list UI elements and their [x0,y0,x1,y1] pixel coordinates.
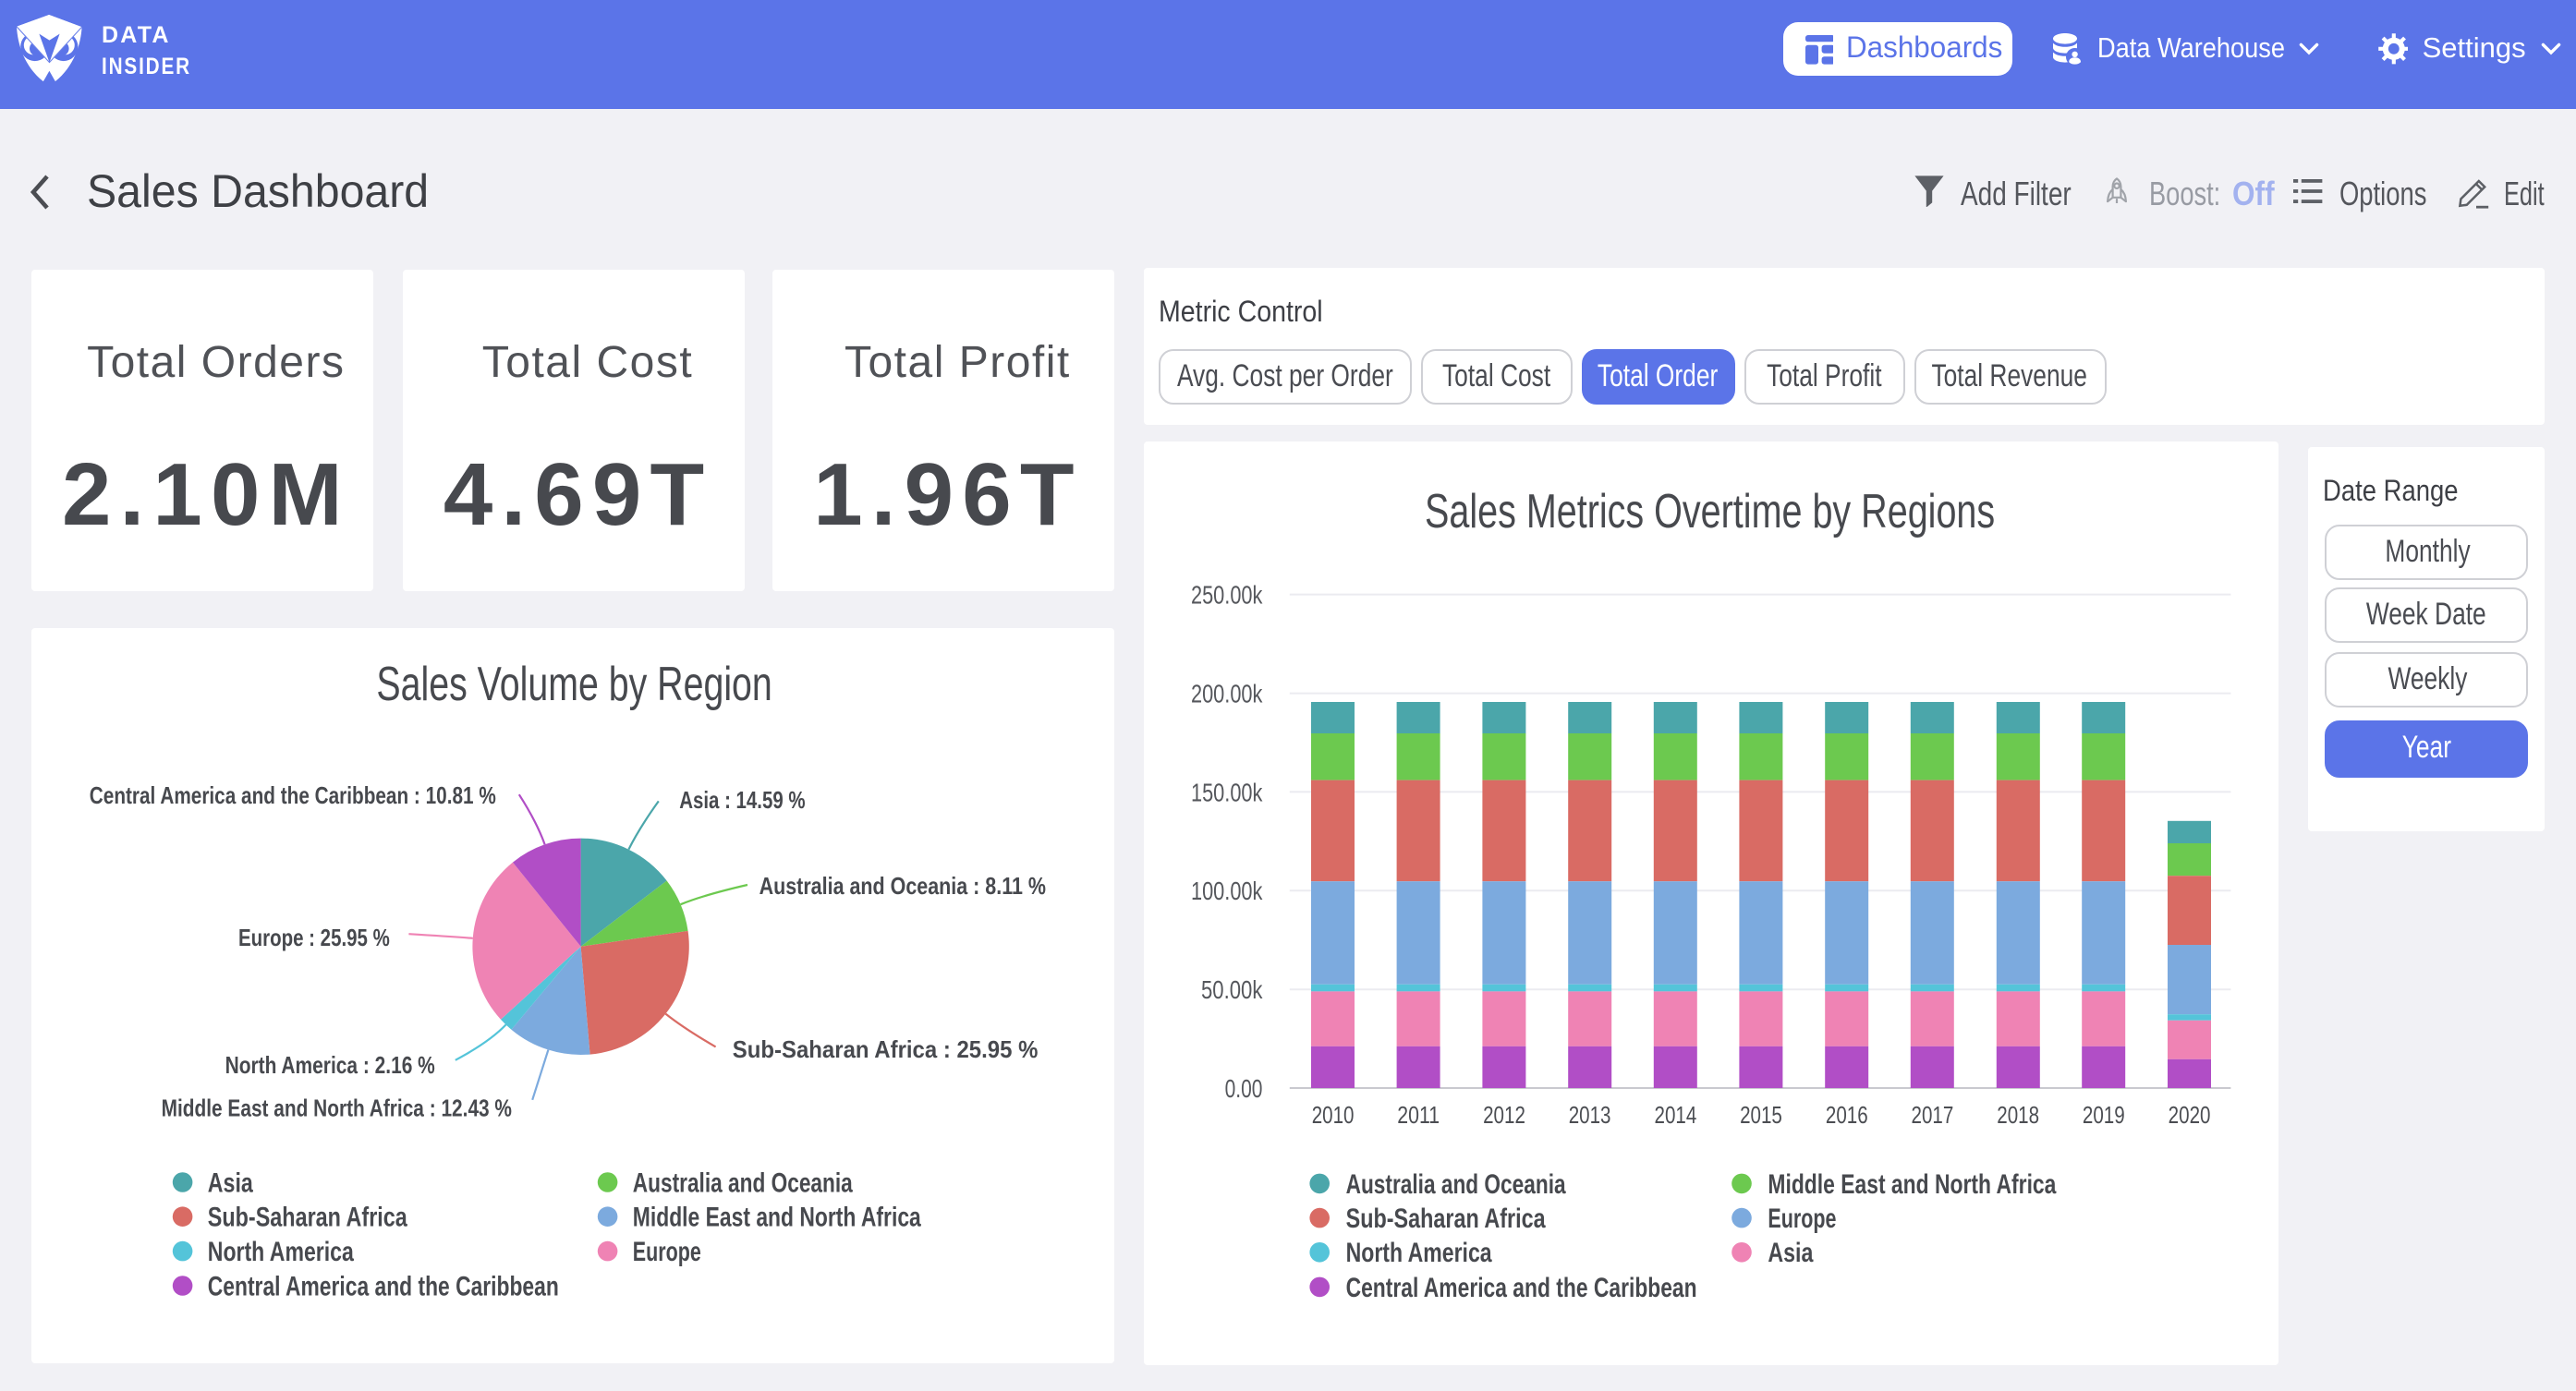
svg-text:Asia: Asia [207,1167,252,1198]
svg-text:Sub-Saharan Africa: Sub-Saharan Africa [1346,1203,1546,1233]
svg-text:2017: 2017 [1912,1100,1954,1128]
svg-text:2018: 2018 [1998,1100,2040,1128]
svg-text:Asia: Asia [1768,1237,1814,1267]
svg-text:150.00k: 150.00k [1192,778,1264,806]
svg-text:Sub-Saharan Africa: Sub-Saharan Africa [207,1203,407,1233]
svg-text:2011: 2011 [1398,1100,1440,1128]
svg-text:Central America and the Caribb: Central America and the Caribbean [207,1271,558,1301]
svg-text:Sub-Saharan Africa : 25.95 %: Sub-Saharan Africa : 25.95 % [732,1035,1038,1063]
svg-text:0.00: 0.00 [1225,1073,1263,1102]
svg-text:Australia and Oceania: Australia and Oceania [632,1167,852,1198]
svg-text:2019: 2019 [2083,1100,2125,1128]
svg-text:Europe : 25.95 %: Europe : 25.95 % [237,924,389,951]
svg-text:Sales Metrics Overtime by Regi: Sales Metrics Overtime by Regions [1426,484,1996,538]
svg-text:2012: 2012 [1484,1100,1526,1128]
svg-text:250.00k: 250.00k [1192,580,1264,609]
svg-text:North America : 2.16 %: North America : 2.16 % [225,1051,434,1079]
svg-text:2016: 2016 [1826,1100,1868,1128]
svg-text:Middle East and North Africa: Middle East and North Africa [632,1203,920,1233]
svg-text:Central America and the Caribb: Central America and the Caribbean : 10.8… [89,781,495,809]
svg-text:50.00k: 50.00k [1202,974,1264,1003]
svg-text:Middle East and North Africa: Middle East and North Africa [1768,1168,2057,1199]
svg-text:North America: North America [1346,1237,1492,1267]
svg-text:Sales Volume by Region: Sales Volume by Region [376,658,772,711]
svg-text:Australia and Oceania: Australia and Oceania [1346,1168,1566,1199]
svg-text:2013: 2013 [1569,1100,1611,1128]
svg-text:2020: 2020 [2169,1100,2211,1128]
svg-text:100.00k: 100.00k [1192,876,1264,904]
svg-text:Asia : 14.59 %: Asia : 14.59 % [678,786,804,814]
svg-text:Australia and Oceania : 8.11 %: Australia and Oceania : 8.11 % [759,872,1045,900]
svg-text:2015: 2015 [1741,1100,1783,1128]
svg-text:2010: 2010 [1312,1100,1355,1128]
svg-text:Central America and the Caribb: Central America and the Caribbean [1346,1272,1697,1302]
svg-text:2014: 2014 [1655,1100,1697,1128]
svg-text:200.00k: 200.00k [1192,679,1264,708]
svg-text:Europe: Europe [632,1237,700,1267]
svg-text:Middle East and North Africa :: Middle East and North Africa : 12.43 % [161,1094,511,1121]
svg-text:North America: North America [207,1237,353,1267]
svg-text:Europe: Europe [1768,1203,1837,1233]
